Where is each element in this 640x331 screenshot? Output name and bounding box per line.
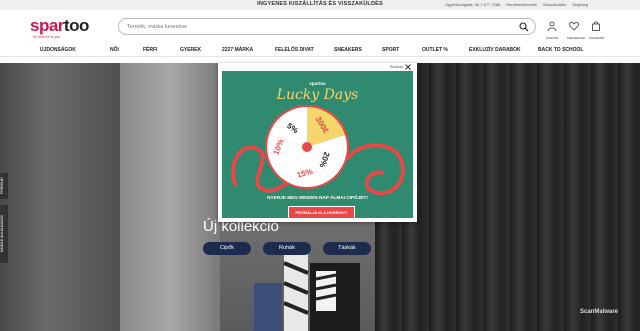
nav-item-women[interactable]: NŐI <box>110 47 119 53</box>
account-button[interactable]: FIÓKOM <box>545 18 559 40</box>
search-bar[interactable] <box>118 18 536 35</box>
category-pills: Cipők Ruhák Táskák <box>203 242 371 255</box>
cart-button[interactable]: KOSARAM <box>589 18 605 40</box>
heart-icon <box>569 21 579 31</box>
cart-label: KOSARAM <box>589 36 605 40</box>
favorites-button[interactable]: KEDVENCEK <box>567 18 586 40</box>
promo-bar: INGYENES KISZÁLLÍTÁS ÉS VISSZAKÜLDÉS Ügy… <box>0 0 640 10</box>
nav-item-outlet[interactable]: OUTLET % <box>422 47 448 53</box>
pill-shoes[interactable]: Cipők <box>203 242 251 255</box>
side-tab-premium[interactable]: PRÉMIUM <box>0 173 8 199</box>
search-input[interactable] <box>127 22 507 32</box>
user-icon <box>547 21 557 32</box>
site-header: spartoo it's love for to you FIÓKOM KEDV… <box>0 10 640 44</box>
top-link-help[interactable]: Segítség <box>572 2 588 7</box>
lucky-days-popup: Bezárás spartoo Lucky Days 5% 300€ 20% 1… <box>218 63 417 222</box>
popup-brand: spartoo <box>309 81 326 86</box>
side-tab-mobile-app[interactable]: MOBILE ALKALMAZÁS <box>0 205 8 263</box>
hero-bg-center <box>120 63 220 331</box>
logo-tagline: it's love for to you <box>33 35 61 39</box>
close-icon[interactable] <box>404 63 412 71</box>
top-links: Ügyfélszolgálat: 06 1 677 7688 Rendelésk… <box>445 2 588 7</box>
main-nav: ÚJDONSÁGOK NŐI FÉRFI GYEREK 2227 MÁRKA F… <box>0 44 640 57</box>
favorites-label: KEDVENCEK <box>567 36 586 40</box>
top-link-returns[interactable]: Visszaküldés <box>543 2 566 7</box>
scanmalware-watermark: ScanMalware <box>580 309 619 315</box>
top-link-phone[interactable]: Ügyfélszolgálat: 06 1 677 7688 <box>445 2 500 7</box>
account-label: FIÓKOM <box>546 36 558 40</box>
search-icon[interactable] <box>519 22 529 32</box>
nav-item-kids[interactable]: GYEREK <box>180 47 201 53</box>
popup-claim: NYERJE MEG MINDEN NAP ÁLMAI CIPŐJÉT! <box>267 195 368 200</box>
header-icons: FIÓKOM KEDVENCEK KOSARAM <box>545 18 605 40</box>
close-label[interactable]: Bezárás <box>390 65 403 69</box>
spartoo-logo[interactable]: spartoo <box>30 16 89 36</box>
top-link-tracking[interactable]: Rendeléskövetés <box>506 2 537 7</box>
pill-bags[interactable]: Táskák <box>323 242 371 255</box>
prize-wheel[interactable]: 5% 300€ 20% 15% 10% <box>264 104 350 190</box>
nav-item-exclusive[interactable]: EXKLUZÍV DARABOK <box>469 47 521 53</box>
nav-item-men[interactable]: FÉRFI <box>143 47 157 53</box>
spin-wheel-button[interactable]: PRÓBÁLJA KI A KERÉKET! <box>288 206 355 218</box>
nav-item-back-to-school[interactable]: BACK TO SCHOOL <box>538 47 583 53</box>
nav-item-sneakers[interactable]: SNEAKERS <box>334 47 362 53</box>
nav-item-brands[interactable]: 2227 MÁRKA <box>222 47 253 53</box>
popup-panel: spartoo Lucky Days 5% 300€ 20% 15% 10% N… <box>222 71 413 218</box>
hero-bg-left <box>0 63 120 331</box>
pill-clothes[interactable]: Ruhák <box>263 242 311 255</box>
nav-item-sport[interactable]: SPORT <box>382 47 399 53</box>
bag-icon <box>592 21 600 31</box>
nav-item-new[interactable]: ÚJDONSÁGOK <box>40 47 76 53</box>
popup-title: Lucky Days <box>276 87 359 103</box>
popup-close-row: Bezárás <box>218 63 417 71</box>
nav-item-responsible[interactable]: FELELŐS DIVAT <box>275 47 314 53</box>
model-figure-image <box>254 253 360 331</box>
